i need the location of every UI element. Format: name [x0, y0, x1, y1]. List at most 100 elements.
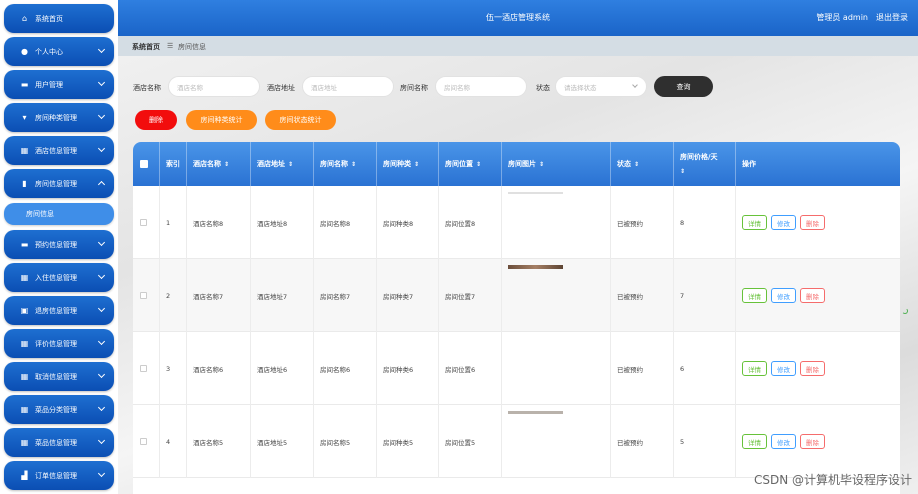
sidebar-item-checkin[interactable]: ▦ 入住信息管理 — [4, 263, 114, 292]
header-hotel-address[interactable]: 酒店地址 ⇕ — [251, 142, 314, 186]
chevron-down-icon — [97, 436, 106, 445]
sidebar-item-room-types[interactable]: ▾ 房间种类管理 — [4, 103, 114, 132]
cell-hotel-name: 酒店名称5 — [187, 405, 251, 478]
hotel-address-input[interactable]: 酒店地址 — [302, 76, 394, 97]
hotel-name-input[interactable]: 酒店名称 — [168, 76, 260, 97]
cell-room-location: 房间位置6 — [439, 332, 502, 405]
breadcrumb: 系统首页 ☰ 房间信息 — [118, 36, 918, 56]
header-room-location[interactable]: 房间位置 ⇕ — [439, 142, 502, 186]
sort-icon[interactable]: ⇕ — [634, 161, 639, 168]
header-room-image[interactable]: 房间图片 ⇕ — [502, 142, 611, 186]
row-checkbox[interactable] — [140, 292, 147, 299]
detail-button[interactable]: 详情 — [742, 215, 767, 230]
sort-icon[interactable]: ⇕ — [224, 161, 229, 168]
room-name-input[interactable]: 房间名称 — [435, 76, 527, 97]
cell-hotel-address: 酒店地址6 — [251, 332, 314, 405]
cell-room-name: 房间名称7 — [314, 259, 377, 332]
cell-room-type: 房间种类6 — [377, 332, 439, 405]
sidebar-item-checkout[interactable]: ▣ 退房信息管理 — [4, 296, 114, 325]
watermark: CSDN @计算机毕设程序设计 — [753, 473, 912, 487]
grid-icon: ▦ — [20, 372, 29, 381]
row-delete-button[interactable]: 删除 — [800, 288, 825, 303]
sidebar-item-room-info[interactable]: ▮ 房间信息管理 — [4, 169, 114, 198]
cell-hotel-name: 酒店名称8 — [187, 186, 251, 259]
room-type-stats-button[interactable]: 房间种类统计 — [186, 110, 257, 130]
header-price[interactable]: 房间价格/天 ⇕ — [674, 142, 736, 186]
cell-actions: 详情 修改 删除 — [736, 405, 900, 478]
row-checkbox[interactable] — [140, 219, 147, 226]
select-all-checkbox[interactable] — [140, 160, 148, 168]
detail-button[interactable]: 详情 — [742, 361, 767, 376]
room-image — [508, 265, 563, 269]
edit-button[interactable]: 修改 — [771, 434, 796, 449]
sort-icon[interactable]: ⇕ — [414, 161, 419, 168]
row-delete-button[interactable]: 删除 — [800, 215, 825, 230]
sidebar-item-reservations[interactable]: ▬ 预约信息管理 — [4, 230, 114, 259]
table-row: 3 酒店名称6 酒店地址6 房间名称6 房间种类6 房间位置6 已被预约 6 详… — [133, 332, 900, 405]
cell-price: 8 — [674, 186, 736, 259]
edit-button[interactable]: 修改 — [771, 361, 796, 376]
sort-icon[interactable]: ⇕ — [680, 168, 685, 175]
sort-icon[interactable]: ⇕ — [288, 161, 293, 168]
table-header: 索引 酒店名称 ⇕ 酒店地址 ⇕ 房间名称 ⇕ 房间种类 ⇕ 房间位置 ⇕ 房间图片 ⇕ 状… — [133, 142, 900, 186]
status-select[interactable]: 请选择状态 — [555, 76, 647, 97]
hotel-address-label: 酒店地址 — [267, 84, 295, 92]
header: 伍一酒店管理系统 管理员 admin 退出登录 — [118, 0, 918, 36]
cell-room-location: 房间位置8 — [439, 186, 502, 259]
sidebar-item-users[interactable]: ▬ 用户管理 — [4, 70, 114, 99]
cell-room-image — [502, 259, 611, 332]
chevron-down-icon — [632, 82, 638, 88]
sidebar-item-hotel-info[interactable]: ▦ 酒店信息管理 — [4, 136, 114, 165]
edit-button[interactable]: 修改 — [771, 288, 796, 303]
users-icon: ▬ — [20, 80, 29, 89]
sort-icon[interactable]: ⇕ — [476, 161, 481, 168]
row-select-cell — [133, 405, 160, 478]
chevron-down-icon — [97, 304, 106, 313]
sort-icon[interactable]: ⇕ — [539, 161, 544, 168]
grid-icon: ▦ — [20, 273, 29, 282]
breadcrumb-home[interactable]: 系统首页 — [132, 42, 160, 52]
sidebar: ⌂ 系统首页 ● 个人中心 ▬ 用户管理 ▾ 房间种类管理 ▦ 酒店信息管理 ▮ 房间信息管… — [0, 0, 118, 494]
status-label: 状态 — [536, 84, 550, 92]
sort-icon[interactable]: ⇕ — [351, 161, 356, 168]
row-delete-button[interactable]: 删除 — [800, 361, 825, 376]
sidebar-item-dish-categories[interactable]: ▦ 菜品分类管理 — [4, 395, 114, 424]
logout-link[interactable]: 退出登录 — [876, 12, 908, 23]
row-checkbox[interactable] — [140, 365, 147, 372]
query-button[interactable]: 查询 — [654, 76, 713, 97]
chevron-down-icon — [97, 370, 106, 379]
room-name-label: 房间名称 — [400, 84, 428, 92]
user-label: 管理员 admin — [816, 13, 868, 22]
row-checkbox[interactable] — [140, 438, 147, 445]
delete-button[interactable]: 删除 — [135, 110, 177, 130]
sidebar-item-orders[interactable]: ▟ 订单信息管理 — [4, 461, 114, 490]
chevron-down-icon — [97, 469, 106, 478]
hotel-name-label: 酒店名称 — [133, 84, 161, 92]
chevron-down-icon — [97, 45, 106, 54]
table-row: 2 酒店名称7 酒店地址7 房间名称7 房间种类7 房间位置7 已被预约 7 详… — [133, 259, 900, 332]
order-icon: ▟ — [21, 471, 28, 480]
detail-button[interactable]: 详情 — [742, 288, 767, 303]
grid-icon: ▦ — [20, 405, 29, 414]
sidebar-item-profile[interactable]: ● 个人中心 — [4, 37, 114, 66]
cell-index: 4 — [160, 405, 187, 478]
header-hotel-name[interactable]: 酒店名称 ⇕ — [187, 142, 251, 186]
header-room-type[interactable]: 房间种类 ⇕ — [377, 142, 439, 186]
header-room-name[interactable]: 房间名称 ⇕ — [314, 142, 377, 186]
header-status[interactable]: 状态 ⇕ — [611, 142, 674, 186]
sidebar-subitem-room-info[interactable]: 房间信息 — [4, 203, 114, 225]
cell-actions: 详情 修改 删除 — [736, 186, 900, 259]
sidebar-item-reviews[interactable]: ▦ 评价信息管理 — [4, 329, 114, 358]
sidebar-item-dishes[interactable]: ▦ 菜品信息管理 — [4, 428, 114, 457]
room-status-stats-button[interactable]: 房间状态统计 — [265, 110, 336, 130]
cell-room-name: 房间名称8 — [314, 186, 377, 259]
detail-button[interactable]: 详情 — [742, 434, 767, 449]
cell-actions: 详情 修改 删除 — [736, 332, 900, 405]
cell-room-name: 房间名称6 — [314, 332, 377, 405]
cell-index: 3 — [160, 332, 187, 405]
sidebar-item-cancellations[interactable]: ▦ 取消信息管理 — [4, 362, 114, 391]
edit-button[interactable]: 修改 — [771, 215, 796, 230]
row-delete-button[interactable]: 删除 — [800, 434, 825, 449]
sidebar-item-home[interactable]: ⌂ 系统首页 — [4, 4, 114, 33]
cell-room-image — [502, 186, 611, 259]
